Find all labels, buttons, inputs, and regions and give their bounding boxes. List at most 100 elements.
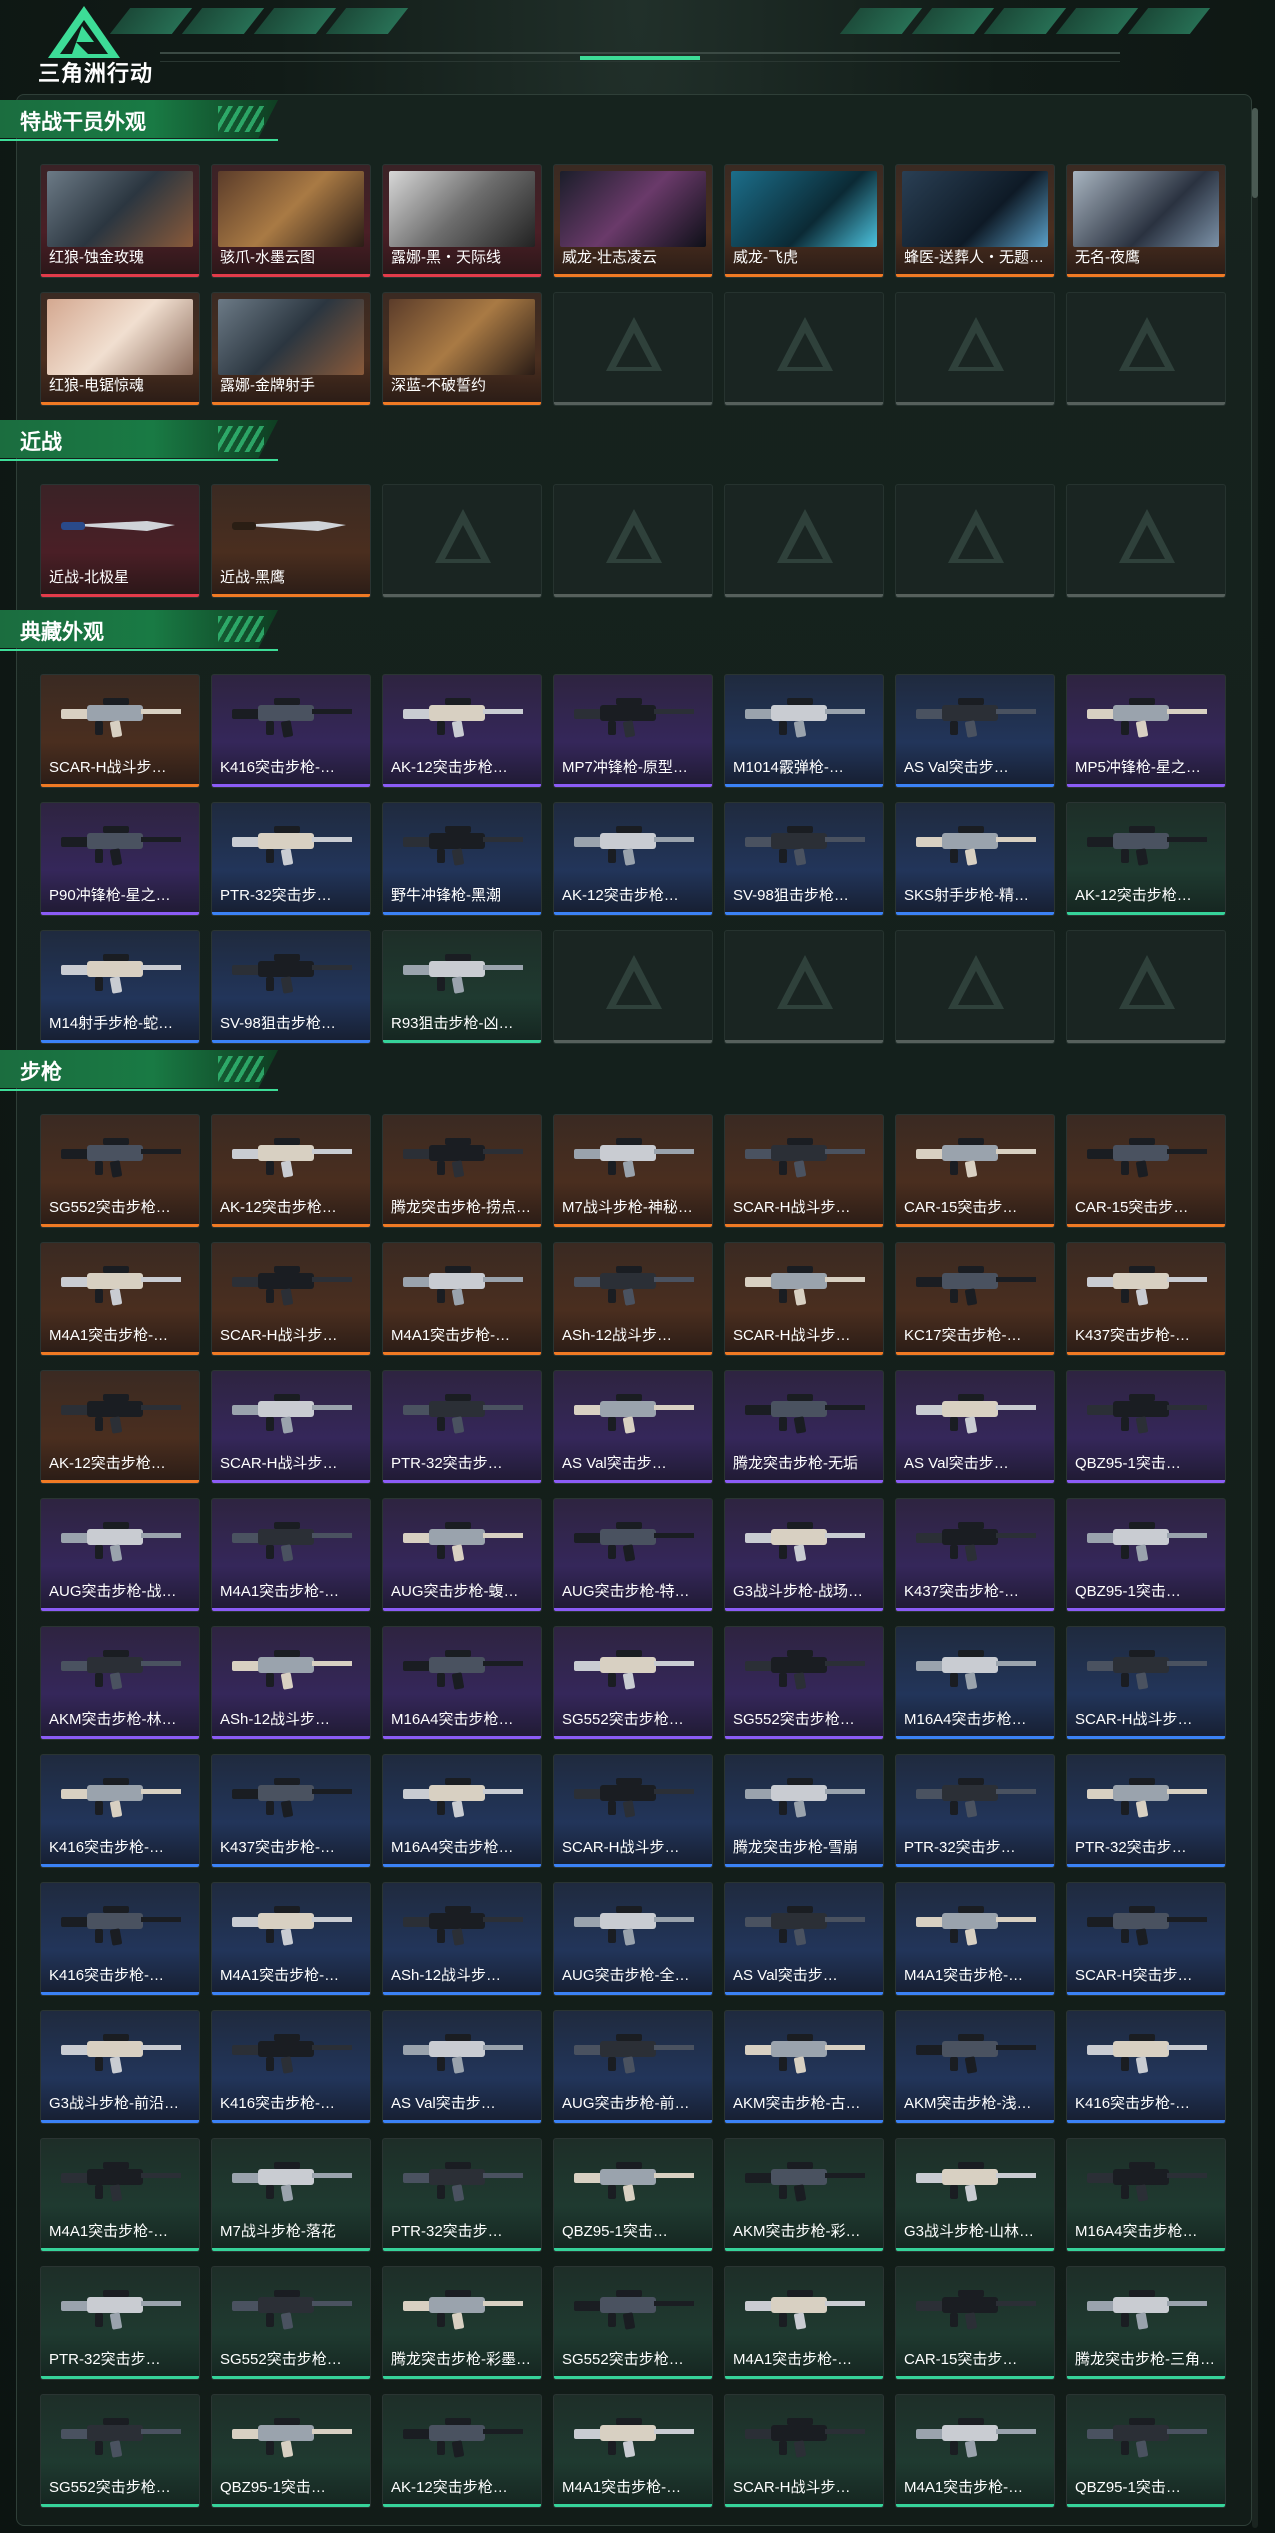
- skin-card[interactable]: SG552突击步枪…: [724, 1626, 884, 1740]
- skin-card[interactable]: M4A1突击步枪-…: [211, 1882, 371, 1996]
- skin-card[interactable]: PTR-32突击步…: [211, 802, 371, 916]
- skin-card[interactable]: M16A4突击步枪…: [895, 1626, 1055, 1740]
- skin-card[interactable]: M4A1突击步枪-…: [40, 2138, 200, 2252]
- skin-card[interactable]: MP7冲锋枪-原型…: [553, 674, 713, 788]
- skin-card[interactable]: M14射手步枪-蛇…: [40, 930, 200, 1044]
- skin-card[interactable]: MP5冲锋枪-星之…: [1066, 674, 1226, 788]
- skin-card[interactable]: QBZ95-1突击…: [1066, 1370, 1226, 1484]
- skin-card[interactable]: 无名-夜鹰: [1066, 164, 1226, 278]
- skin-card[interactable]: SG552突击步枪…: [40, 1114, 200, 1228]
- skin-card[interactable]: G3战斗步枪-山林…: [895, 2138, 1055, 2252]
- skin-card[interactable]: AK-12突击步枪…: [1066, 802, 1226, 916]
- skin-card[interactable]: SV-98狙击步枪…: [211, 930, 371, 1044]
- skin-card[interactable]: AKM突击步枪-林…: [40, 1626, 200, 1740]
- skin-card[interactable]: 威龙-飞虎: [724, 164, 884, 278]
- skin-card[interactable]: 红狼-蚀金玫瑰: [40, 164, 200, 278]
- skin-card[interactable]: AUG突击步枪-全…: [553, 1882, 713, 1996]
- skin-card[interactable]: M1014霰弹枪-…: [724, 674, 884, 788]
- skin-card[interactable]: SG552突击步枪…: [553, 2266, 713, 2380]
- skin-card[interactable]: 红狼-电锯惊魂: [40, 292, 200, 406]
- skin-card[interactable]: AS Val突击步…: [895, 674, 1055, 788]
- skin-card[interactable]: AKM突击步枪-彩…: [724, 2138, 884, 2252]
- skin-card[interactable]: 腾龙突击步枪-三角…: [1066, 2266, 1226, 2380]
- skin-card[interactable]: 露娜-金牌射手: [211, 292, 371, 406]
- skin-card[interactable]: 腾龙突击步枪-雪崩: [724, 1754, 884, 1868]
- scrollbar[interactable]: [1252, 108, 1258, 2528]
- skin-card[interactable]: AS Val突击步…: [553, 1370, 713, 1484]
- skin-card[interactable]: AUG突击步枪-前…: [553, 2010, 713, 2124]
- scrollbar-thumb[interactable]: [1252, 108, 1258, 198]
- skin-card[interactable]: SCAR-H战斗步…: [40, 674, 200, 788]
- skin-card[interactable]: K437突击步枪-…: [1066, 1242, 1226, 1356]
- skin-card[interactable]: 蜂医-送葬人・无题…: [895, 164, 1055, 278]
- skin-card[interactable]: M16A4突击步枪…: [382, 1754, 542, 1868]
- skin-card[interactable]: P90冲锋枪-星之…: [40, 802, 200, 916]
- skin-card[interactable]: QBZ95-1突击…: [1066, 2394, 1226, 2508]
- skin-card[interactable]: QBZ95-1突击…: [1066, 1498, 1226, 1612]
- skin-card[interactable]: CAR-15突击步…: [895, 2266, 1055, 2380]
- skin-card[interactable]: AK-12突击步枪…: [553, 802, 713, 916]
- skin-card[interactable]: AS Val突击步…: [382, 2010, 542, 2124]
- skin-card[interactable]: SCAR-H战斗步…: [1066, 1626, 1226, 1740]
- skin-card[interactable]: R93狙击步枪-凶…: [382, 930, 542, 1044]
- skin-card[interactable]: AKM突击步枪-古…: [724, 2010, 884, 2124]
- skin-card[interactable]: QBZ95-1突击…: [211, 2394, 371, 2508]
- skin-card[interactable]: 露娜-黑・天际线: [382, 164, 542, 278]
- skin-card[interactable]: SCAR-H突击步…: [1066, 1882, 1226, 1996]
- skin-card[interactable]: M4A1突击步枪-…: [553, 2394, 713, 2508]
- skin-card[interactable]: SCAR-H战斗步…: [553, 1754, 713, 1868]
- skin-card[interactable]: SKS射手步枪-精…: [895, 802, 1055, 916]
- skin-card[interactable]: 近战-黑鹰: [211, 484, 371, 598]
- skin-card[interactable]: AK-12突击步枪…: [382, 2394, 542, 2508]
- skin-card[interactable]: M4A1突击步枪-…: [895, 2394, 1055, 2508]
- skin-card[interactable]: PTR-32突击步…: [382, 1370, 542, 1484]
- skin-card[interactable]: AUG突击步枪-蝮…: [382, 1498, 542, 1612]
- skin-card[interactable]: K437突击步枪-…: [895, 1498, 1055, 1612]
- skin-card[interactable]: AUG突击步枪-战…: [40, 1498, 200, 1612]
- skin-card[interactable]: 腾龙突击步枪-捞点…: [382, 1114, 542, 1228]
- skin-card[interactable]: SG552突击步枪…: [211, 2266, 371, 2380]
- skin-card[interactable]: PTR-32突击步…: [382, 2138, 542, 2252]
- skin-card[interactable]: M16A4突击步枪…: [1066, 2138, 1226, 2252]
- skin-card[interactable]: SCAR-H战斗步…: [724, 2394, 884, 2508]
- skin-card[interactable]: K416突击步枪-…: [211, 2010, 371, 2124]
- skin-card[interactable]: SV-98狙击步枪…: [724, 802, 884, 916]
- skin-card[interactable]: AS Val突击步…: [724, 1882, 884, 1996]
- skin-card[interactable]: G3战斗步枪-前沿…: [40, 2010, 200, 2124]
- skin-card[interactable]: SCAR-H战斗步…: [724, 1114, 884, 1228]
- skin-card[interactable]: ASh-12战斗步…: [211, 1626, 371, 1740]
- skin-card[interactable]: CAR-15突击步…: [1066, 1114, 1226, 1228]
- skin-card[interactable]: KC17突击步枪-…: [895, 1242, 1055, 1356]
- skin-card[interactable]: G3战斗步枪-战场…: [724, 1498, 884, 1612]
- skin-card[interactable]: M4A1突击步枪-…: [40, 1242, 200, 1356]
- skin-card[interactable]: 近战-北极星: [40, 484, 200, 598]
- skin-card[interactable]: PTR-32突击步…: [895, 1754, 1055, 1868]
- skin-card[interactable]: K416突击步枪-…: [40, 1754, 200, 1868]
- skin-card[interactable]: 威龙-壮志凌云: [553, 164, 713, 278]
- skin-card[interactable]: 野牛冲锋枪-黑潮: [382, 802, 542, 916]
- skin-card[interactable]: AKM突击步枪-浅…: [895, 2010, 1055, 2124]
- skin-card[interactable]: M7战斗步枪-落花: [211, 2138, 371, 2252]
- skin-card[interactable]: ASh-12战斗步…: [553, 1242, 713, 1356]
- skin-card[interactable]: M4A1突击步枪-…: [895, 1882, 1055, 1996]
- skin-card[interactable]: M4A1突击步枪-…: [211, 1498, 371, 1612]
- skin-card[interactable]: AK-12突击步枪…: [40, 1370, 200, 1484]
- skin-card[interactable]: 深蓝-不破誓约: [382, 292, 542, 406]
- skin-card[interactable]: K416突击步枪-…: [40, 1882, 200, 1996]
- skin-card[interactable]: SCAR-H战斗步…: [211, 1242, 371, 1356]
- skin-card[interactable]: SCAR-H战斗步…: [211, 1370, 371, 1484]
- skin-card[interactable]: CAR-15突击步…: [895, 1114, 1055, 1228]
- skin-card[interactable]: AK-12突击步枪…: [382, 674, 542, 788]
- skin-card[interactable]: AS Val突击步…: [895, 1370, 1055, 1484]
- skin-card[interactable]: K416突击步枪-…: [1066, 2010, 1226, 2124]
- skin-card[interactable]: SG552突击步枪…: [40, 2394, 200, 2508]
- skin-card[interactable]: SG552突击步枪…: [553, 1626, 713, 1740]
- skin-card[interactable]: M4A1突击步枪-…: [382, 1242, 542, 1356]
- skin-card[interactable]: K437突击步枪-…: [211, 1754, 371, 1868]
- skin-card[interactable]: SCAR-H战斗步…: [724, 1242, 884, 1356]
- skin-card[interactable]: K416突击步枪-…: [211, 674, 371, 788]
- skin-card[interactable]: 腾龙突击步枪-彩墨…: [382, 2266, 542, 2380]
- skin-card[interactable]: QBZ95-1突击…: [553, 2138, 713, 2252]
- skin-card[interactable]: PTR-32突击步…: [1066, 1754, 1226, 1868]
- skin-card[interactable]: 骇爪-水墨云图: [211, 164, 371, 278]
